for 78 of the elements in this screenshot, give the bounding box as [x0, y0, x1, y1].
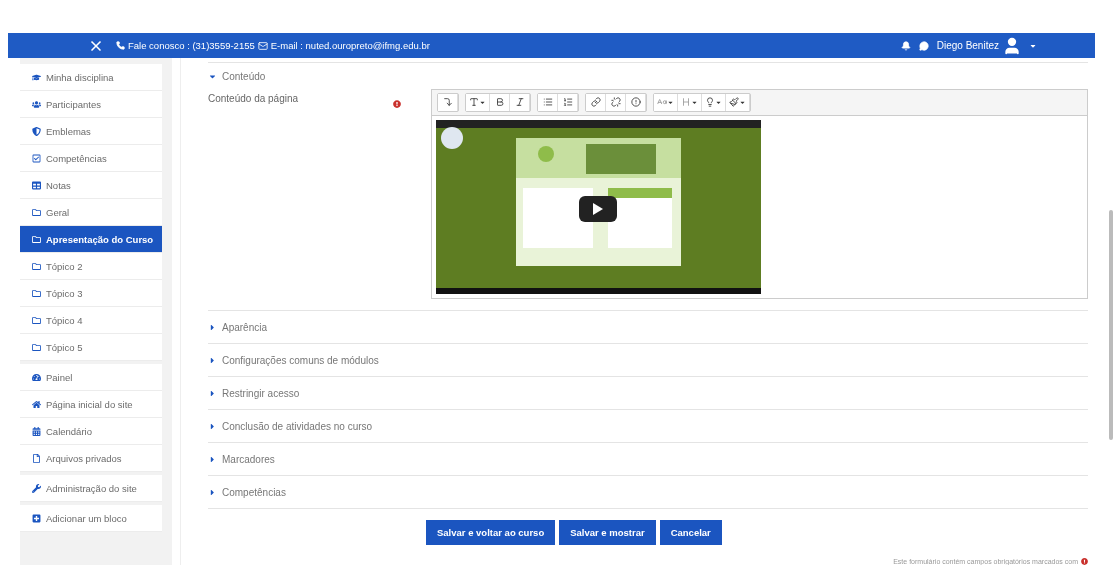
item-icon — [32, 72, 41, 82]
form-button[interactable]: Salvar e mostrar — [559, 519, 656, 545]
format-icon — [630, 97, 641, 108]
sidebar-item[interactable]: Geral — [20, 199, 162, 226]
format-icon — [705, 97, 715, 108]
item-icon — [32, 453, 41, 463]
sidebar-item[interactable]: Notas — [20, 172, 162, 199]
format-icon — [729, 97, 739, 108]
toolbar-button[interactable] — [438, 93, 458, 111]
form-button[interactable]: Salvar e voltar ao curso — [426, 519, 556, 545]
editor-field[interactable] — [431, 88, 1088, 299]
format-icon — [610, 97, 621, 108]
bell-icon[interactable] — [900, 40, 911, 51]
item-icon — [32, 342, 41, 352]
section-header[interactable]: Conteúdo — [208, 65, 1088, 89]
item-icon — [32, 399, 41, 409]
section-header[interactable]: Competências — [208, 476, 1088, 509]
format-icon — [542, 97, 553, 108]
toolbar-button[interactable] — [466, 93, 490, 111]
format-icon — [442, 97, 453, 108]
format-icon — [562, 97, 573, 108]
item-icon — [32, 513, 41, 523]
section-header[interactable]: Restringir acesso — [208, 377, 1088, 411]
sidebar-item[interactable]: Tópico 4 — [20, 307, 162, 334]
item-icon — [32, 426, 41, 436]
item-icon — [32, 207, 41, 217]
chat-icon[interactable] — [918, 40, 929, 51]
phone-icon — [116, 41, 125, 50]
form-button[interactable]: Cancelar — [659, 519, 722, 545]
required-icon — [1081, 557, 1088, 565]
format-icon — [514, 97, 525, 108]
item-icon — [32, 288, 41, 298]
format-icon — [494, 97, 505, 108]
sidebar-item[interactable]: Emblemas — [20, 118, 162, 145]
sidebar-item[interactable]: Administração do site — [20, 475, 162, 502]
item-icon — [32, 315, 41, 325]
sidebar-item[interactable]: Participantes — [20, 91, 162, 118]
sidebar-item[interactable]: Arquivos privados — [20, 445, 162, 472]
toolbar-button[interactable] — [726, 93, 750, 111]
section-header[interactable]: Marcadores — [208, 443, 1088, 477]
sidebar-item[interactable]: Página inicial do site — [20, 391, 162, 418]
caret-icon — [208, 454, 217, 464]
item-icon — [32, 483, 41, 493]
section-header[interactable]: Configurações comuns de módulos — [208, 344, 1088, 378]
sidebar-item[interactable]: Calendário — [20, 418, 162, 445]
email-text: E-mail : nuted.ouropreto@ifmg.edu.br — [270, 40, 430, 51]
toolbar-button[interactable] — [586, 93, 606, 111]
sidebar-item[interactable]: Apresentação do Curso — [20, 226, 162, 253]
sidebar-item[interactable]: Tópico 2 — [20, 253, 162, 280]
item-icon — [32, 180, 41, 190]
caret-icon — [208, 355, 217, 365]
section-header[interactable]: Conclusão de atividades no curso — [208, 410, 1088, 444]
caret-icon — [208, 421, 217, 431]
field-label: Conteúdo da página — [208, 91, 300, 104]
item-icon — [32, 126, 41, 136]
section-header[interactable]: Aparência — [208, 311, 1088, 345]
item-icon — [32, 99, 41, 109]
item-icon — [32, 234, 41, 244]
sidebar-item[interactable]: Tópico 5 — [20, 334, 162, 361]
caret-icon — [208, 388, 217, 398]
caret-icon — [208, 322, 217, 332]
toolbar-button[interactable] — [538, 93, 558, 111]
item-icon — [32, 372, 41, 382]
avatar-icon[interactable] — [1002, 35, 1022, 56]
caret-icon — [208, 487, 217, 497]
sidebar-item[interactable]: Tópico 3 — [20, 280, 162, 307]
user-name[interactable]: Diego Benitez — [936, 40, 999, 51]
scrollbar[interactable] — [1109, 210, 1113, 440]
mail-icon — [257, 40, 268, 51]
format-icon — [681, 97, 691, 108]
item-icon — [32, 261, 41, 271]
format-icon — [590, 97, 601, 108]
sidebar-item[interactable]: Adicionar um bloco — [20, 505, 162, 532]
sidebar-item[interactable]: Minha disciplina — [20, 64, 162, 91]
sidebar-item[interactable]: Competências — [20, 145, 162, 172]
format-icon — [469, 97, 479, 108]
contact-text: Fale conosco : (31)3559-2155 — [128, 40, 255, 51]
sidebar-item[interactable]: Painel — [20, 364, 162, 391]
